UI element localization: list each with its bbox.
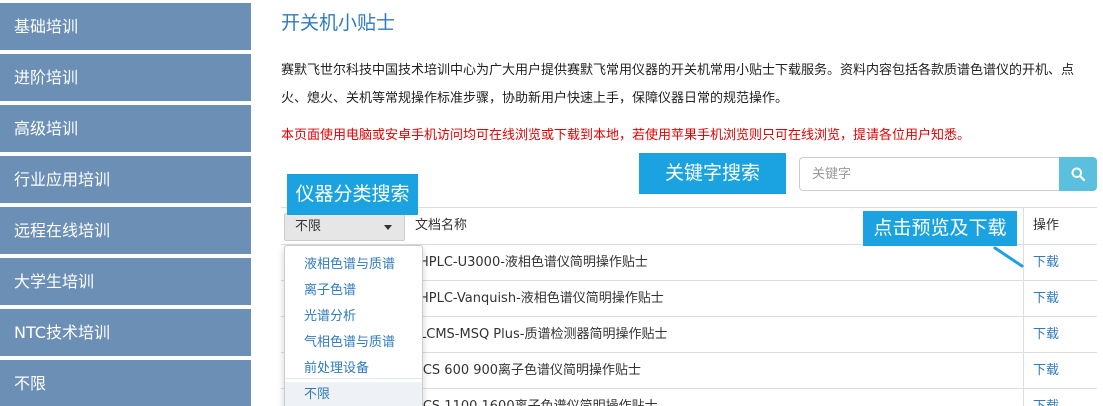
column-divider <box>1023 389 1024 406</box>
column-header-name: 文档名称 <box>415 218 468 233</box>
dropdown-item-spectroscopy[interactable]: 光谱分析 <box>285 304 422 330</box>
sidebar: 基础培训 进阶培训 高级培训 行业应用培训 远程在线培训 大学生培训 NTC技术… <box>0 0 251 406</box>
dropdown-item-gc-ms[interactable]: 气相色谱与质谱 <box>285 330 422 356</box>
document-name: ICS 1100 1600离子色谱仪简明操作贴士 <box>419 389 658 406</box>
sidebar-item-unlimited[interactable]: 不限 <box>0 360 251 406</box>
sidebar-item-remote-training[interactable]: 远程在线培训 <box>0 207 251 254</box>
dropdown-item-lc-ms[interactable]: 液相色谱与质谱 <box>285 252 422 278</box>
download-link[interactable]: 下载 <box>1033 281 1059 317</box>
document-name: HPLC-U3000-液相色谱仪简明操作贴士 <box>419 255 648 270</box>
search-icon <box>1071 167 1085 181</box>
category-dropdown-menu: 液相色谱与质谱 离子色谱 光谱分析 气相色谱与质谱 前处理设备 不限 <box>284 245 423 406</box>
download-link[interactable]: 下载 <box>1033 389 1059 406</box>
download-link[interactable]: 下载 <box>1033 317 1059 353</box>
dropdown-divider <box>285 378 422 379</box>
search-button[interactable] <box>1059 157 1097 191</box>
category-search-banner: 仪器分类搜索 <box>287 174 418 215</box>
column-divider <box>1023 208 1024 246</box>
column-divider <box>1023 281 1024 317</box>
main-content: 开关机小贴士 赛默飞世尔科技中国技术培训中心为广大用户提供赛默飞常用仪器的开关机… <box>281 0 1103 406</box>
page-description: 赛默飞世尔科技中国技术培训中心为广大用户提供赛默飞常用仪器的开关机常用小贴士下载… <box>281 63 1075 106</box>
column-divider <box>1023 245 1024 281</box>
notice-text: 本页面使用电脑或安卓手机访问均可在线浏览或下载到本地，若使用苹果手机浏览则只可在… <box>281 128 971 143</box>
category-select-value: 不限 <box>295 219 322 234</box>
sidebar-item-senior-training[interactable]: 高级培训 <box>0 105 251 152</box>
category-select[interactable]: 不限 <box>284 213 405 241</box>
preview-download-banner: 点击预览及下载 <box>863 211 1017 246</box>
download-link[interactable]: 下载 <box>1033 245 1059 281</box>
dropdown-item-unlimited[interactable]: 不限 <box>285 382 422 406</box>
sidebar-item-ntc-training[interactable]: NTC技术培训 <box>0 309 251 356</box>
document-name: ICS 600 900离子色谱仪简明操作贴士 <box>419 363 642 378</box>
document-name: HPLC-Vanquish-液相色谱仪简明操作贴士 <box>419 291 664 306</box>
document-name: LCMS-MSQ Plus-质谱检测器简明操作贴士 <box>419 327 668 342</box>
column-divider <box>1023 317 1024 353</box>
keyword-search-banner: 关键字搜索 <box>639 153 786 194</box>
dropdown-item-ion-chromatography[interactable]: 离子色谱 <box>285 278 422 304</box>
caret-down-icon <box>384 225 392 230</box>
sidebar-item-student-training[interactable]: 大学生培训 <box>0 258 251 305</box>
download-link[interactable]: 下载 <box>1033 353 1059 389</box>
column-header-action: 操作 <box>1033 218 1060 233</box>
page-title: 开关机小贴士 <box>281 12 396 34</box>
sidebar-item-basic-training[interactable]: 基础培训 <box>0 3 251 50</box>
sidebar-item-industry-training[interactable]: 行业应用培训 <box>0 156 251 203</box>
search-input[interactable] <box>799 157 1059 191</box>
column-divider <box>1023 353 1024 389</box>
sidebar-item-advanced-training[interactable]: 进阶培训 <box>0 54 251 101</box>
